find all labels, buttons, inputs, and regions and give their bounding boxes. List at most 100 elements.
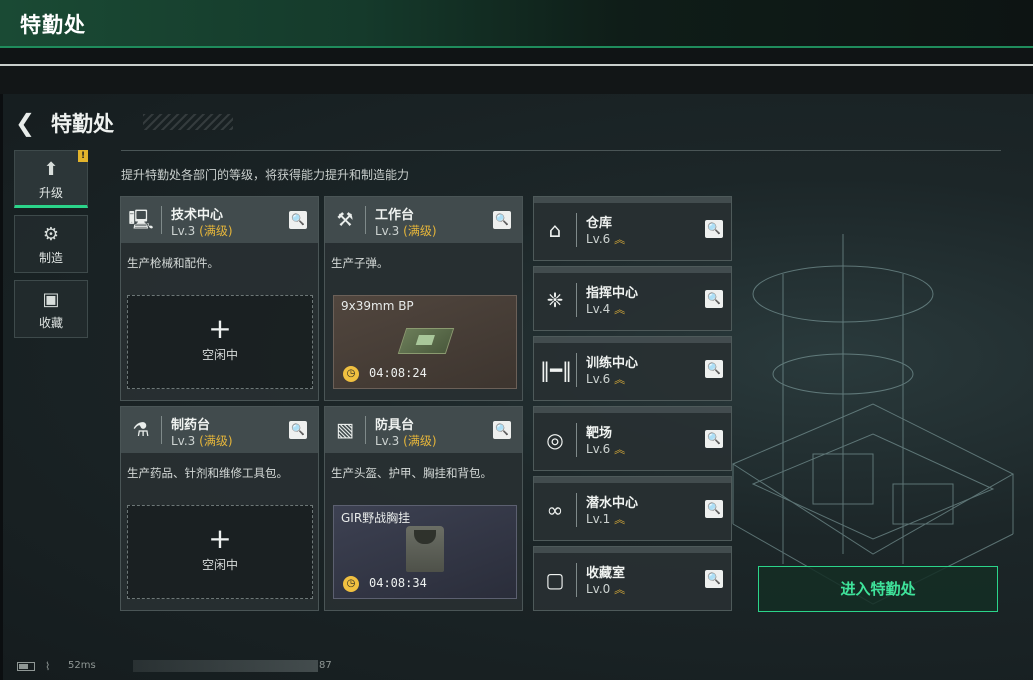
ping-value: 52ms	[68, 660, 96, 671]
workshop-card-tech-center[interactable]: 🖳 技术中心 Lv.3 (满级) 🔍 生产枪械和配件。 + 空闲中	[120, 196, 319, 401]
card-header: 🖳 技术中心 Lv.3 (满级) 🔍	[121, 197, 318, 243]
command-center-icon: ❈	[546, 288, 564, 312]
idle-production-slot[interactable]: + 空闲中	[127, 505, 313, 599]
plus-icon: +	[208, 522, 232, 555]
facility-card-warehouse[interactable]: ⌂ 仓库 Lv.6 ︽ 🔍	[533, 196, 732, 261]
workshop-card-armor-bench[interactable]: ▧ 防具台 Lv.3 (满级) 🔍 生产头盔、护甲、胸挂和背包。 GIR野战胸挂…	[324, 406, 523, 611]
divider	[161, 416, 162, 444]
facility-card-training-center[interactable]: ‖━‖ 训练中心 Lv.6 ︽ 🔍	[533, 336, 732, 401]
warehouse-icon: ⌂	[548, 218, 562, 242]
upgrade-available-icon: ︽	[614, 443, 626, 456]
workshop-level: Lv.3 (满级)	[375, 432, 437, 449]
microscope-icon: ⚗	[132, 419, 150, 441]
workshop-level: Lv.3 (满级)	[171, 432, 233, 449]
timer-icon: ◷	[343, 366, 359, 382]
divider	[576, 493, 577, 527]
search-icon[interactable]: 🔍	[289, 211, 307, 229]
workshop-description: 生产头盔、护甲、胸挂和背包。	[331, 466, 492, 480]
level-value: Lv.6	[586, 232, 611, 246]
search-icon[interactable]: 🔍	[705, 430, 723, 448]
tools-icon: ⚒	[336, 209, 354, 231]
divider	[365, 416, 366, 444]
page-description: 提升特勤处各部门的等级，将获得能力提升和制造能力	[121, 168, 410, 182]
workshop-card-pharmacy[interactable]: ⚗ 制药台 Lv.3 (满级) 🔍 生产药品、针剂和维修工具包。 + 空闲中	[120, 406, 319, 611]
game-viewport: ❮ 特勤处 ⬆ 升级 ! ⚙ 制造 ▣ 收藏 提升特勤处各部门的等级，将获得能力…	[3, 94, 1033, 680]
level-value: Lv.0	[586, 582, 611, 596]
production-slot[interactable]: GIR野战胸挂 ◷ 04:08:34	[333, 505, 517, 599]
idle-production-slot[interactable]: + 空闲中	[127, 295, 313, 389]
facility-level: Lv.6 ︽	[586, 231, 625, 247]
workshop-name: 制药台	[171, 418, 211, 433]
alert-badge: !	[78, 150, 88, 162]
facility-level: Lv.4 ︽	[586, 301, 625, 317]
uid-redacted	[133, 660, 318, 672]
search-icon[interactable]: 🔍	[705, 500, 723, 518]
level-value: Lv.6	[586, 442, 611, 456]
facility-name: 指挥中心	[586, 286, 639, 301]
workshop-level: Lv.3 (满级)	[171, 222, 233, 239]
search-icon[interactable]: 🔍	[705, 570, 723, 588]
dumbbell-icon: ‖━‖	[540, 358, 573, 382]
wifi-icon: ⌇	[45, 660, 51, 673]
facility-card-diving-center[interactable]: ∞ 潜水中心 Lv.1 ︽ 🔍	[533, 476, 732, 541]
card-header: ⚒ 工作台 Lv.3 (满级) 🔍	[325, 197, 522, 243]
enter-base-button[interactable]: 进入特勤处	[758, 566, 998, 612]
search-icon[interactable]: 🔍	[289, 421, 307, 439]
workshop-name: 工作台	[375, 208, 415, 223]
level-value: Lv.6	[586, 372, 611, 386]
battery-icon	[17, 662, 35, 671]
search-icon[interactable]: 🔍	[493, 421, 511, 439]
timer-icon: ◷	[343, 576, 359, 592]
window-title-bar: 特勤处	[0, 0, 1033, 48]
search-icon[interactable]: 🔍	[705, 290, 723, 308]
product-name: GIR野战胸挂	[341, 511, 411, 525]
ammo-box-image	[397, 328, 455, 354]
max-level-tag: (满级)	[199, 434, 233, 448]
facility-card-collection-room[interactable]: ▢ 收藏室 Lv.0 ︽ 🔍	[533, 546, 732, 611]
tab-label: 升级	[38, 186, 63, 200]
chest-rig-image	[406, 526, 444, 572]
product-name: 9x39mm BP	[341, 299, 414, 313]
tab-upgrade[interactable]: ⬆ 升级 !	[14, 150, 88, 208]
back-arrow-icon[interactable]: ❮	[15, 110, 41, 136]
upgrade-icon: ⬆	[43, 159, 59, 180]
plus-icon: +	[208, 312, 232, 345]
facility-name: 训练中心	[586, 356, 639, 371]
production-timer: 04:08:24	[369, 366, 427, 380]
tab-craft[interactable]: ⚙ 制造	[14, 215, 88, 273]
workshop-description: 生产子弹。	[331, 256, 389, 270]
collection-icon: ▣	[42, 289, 60, 310]
facility-level: Lv.1 ︽	[586, 511, 625, 527]
upgrade-available-icon: ︽	[614, 373, 626, 386]
title-divider	[0, 64, 1033, 66]
window-title: 特勤处	[20, 13, 86, 37]
tab-label: 制造	[38, 251, 63, 265]
facility-level: Lv.6 ︽	[586, 441, 625, 457]
divider	[576, 423, 577, 457]
facility-name: 收藏室	[586, 566, 626, 581]
workshop-description: 生产枪械和配件。	[127, 256, 219, 270]
section-divider	[121, 150, 1001, 151]
workshop-card-workbench[interactable]: ⚒ 工作台 Lv.3 (满级) 🔍 生产子弹。 9x39mm BP ◷ 04:0…	[324, 196, 523, 401]
level-value: Lv.3	[375, 224, 400, 238]
production-slot[interactable]: 9x39mm BP ◷ 04:08:24	[333, 295, 517, 389]
target-icon: ◎	[546, 428, 564, 452]
upgrade-available-icon: ︽	[614, 583, 626, 596]
diving-mask-icon: ∞	[546, 498, 564, 522]
level-value: Lv.3	[171, 434, 196, 448]
facility-card-command-center[interactable]: ❈ 指挥中心 Lv.4 ︽ 🔍	[533, 266, 732, 331]
level-value: Lv.3	[171, 224, 196, 238]
gears-icon: ⚙	[42, 224, 60, 245]
search-icon[interactable]: 🔍	[705, 220, 723, 238]
search-icon[interactable]: 🔍	[705, 360, 723, 378]
workshop-description: 生产药品、针剂和维修工具包。	[127, 466, 288, 480]
level-value: Lv.1	[586, 512, 611, 526]
workshop-name: 防具台	[375, 418, 415, 433]
facility-name: 靶场	[586, 426, 613, 441]
facility-card-shooting-range[interactable]: ◎ 靶场 Lv.6 ︽ 🔍	[533, 406, 732, 471]
top-band-inner	[0, 66, 1033, 94]
max-level-tag: (满级)	[403, 224, 437, 238]
tab-collection[interactable]: ▣ 收藏	[14, 280, 88, 338]
search-icon[interactable]: 🔍	[493, 211, 511, 229]
divider	[576, 283, 577, 317]
